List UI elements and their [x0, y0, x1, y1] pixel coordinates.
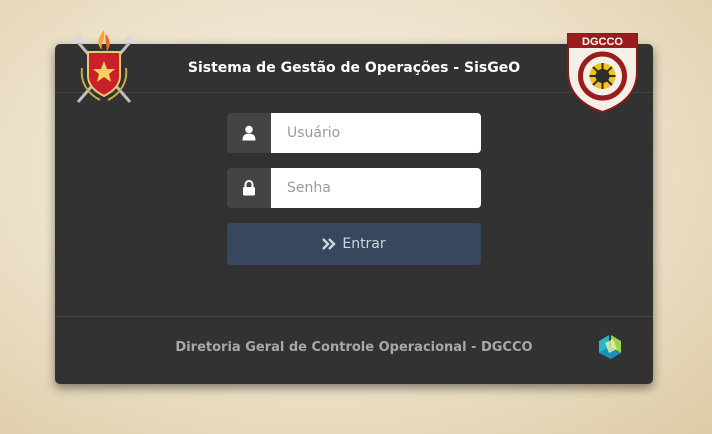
fire-department-crest-icon: [70, 30, 138, 103]
login-panel: Sistema de Gestão de Operações - SisGeO: [55, 44, 653, 384]
dgcco-text: DGCCO: [582, 36, 623, 48]
username-addon: [227, 113, 271, 153]
login-button-label: Entrar: [342, 236, 386, 252]
panel-header: Sistema de Gestão de Operações - SisGeO: [55, 44, 653, 93]
password-field: [227, 168, 481, 208]
password-input[interactable]: [271, 168, 481, 208]
username-input[interactable]: [271, 113, 481, 153]
double-chevron-right-icon: [322, 238, 337, 250]
username-field: [227, 113, 481, 153]
password-addon: [227, 168, 271, 208]
footer-divider: [55, 316, 653, 317]
company-logo-icon: [599, 335, 621, 359]
page-title: Sistema de Gestão de Operações - SisGeO: [187, 60, 521, 76]
footer-text: Diretoria Geral de Controle Operacional …: [175, 340, 533, 355]
login-button[interactable]: Entrar: [227, 223, 481, 265]
lock-icon: [243, 180, 255, 196]
dgcco-shield-icon: DGCCO: [567, 33, 638, 114]
user-icon: [242, 125, 256, 141]
